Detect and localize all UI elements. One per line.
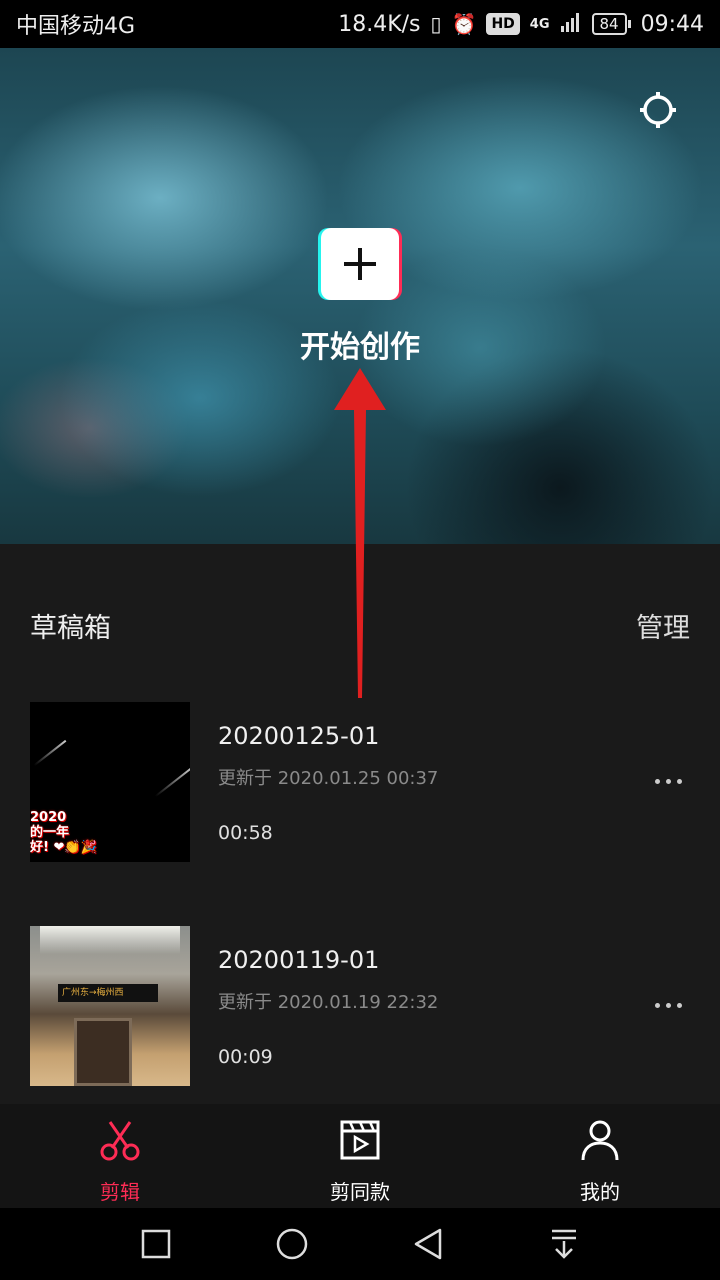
status-bar: 中国移动4G 18.4K/s ▯ ⏰ HD 4G 84 09:44 — [0, 0, 720, 48]
tab-label: 剪同款 — [330, 1180, 390, 1204]
draft-thumbnail[interactable]: 2020 的一年 好! ❤👏🎉 — [30, 702, 190, 862]
network-type: 4G — [529, 16, 550, 32]
draft-name: 20200125-01 — [218, 722, 380, 750]
draft-duration: 00:58 — [218, 822, 273, 844]
carrier: 中国移动4G — [16, 14, 136, 39]
person-icon — [581, 1120, 619, 1161]
thumbnail-sign-text: 广州东→梅州西 — [58, 984, 158, 1002]
signal-icon — [560, 12, 582, 37]
draft-name: 20200119-01 — [218, 946, 380, 974]
draft-updated: 更新于 2020.01.19 22:32 — [218, 992, 439, 1013]
draft-item[interactable]: 2020 的一年 好! ❤👏🎉 20200125-01 更新于 2020.01.25… — [30, 702, 690, 862]
home-button[interactable] — [274, 1226, 310, 1262]
notification-pull-icon — [552, 1229, 576, 1259]
clock: 09:44 — [640, 11, 704, 37]
plus-icon — [344, 248, 376, 280]
recents-button[interactable] — [138, 1226, 174, 1262]
manage-button[interactable]: 管理 — [636, 606, 690, 645]
annotation-arrow — [334, 368, 386, 698]
triangle-back-icon — [414, 1228, 442, 1260]
status-icons: 18.4K/s ▯ ⏰ HD 4G 84 09:44 — [338, 12, 704, 37]
vibrate-icon: ▯ — [430, 12, 442, 36]
template-clapper-icon — [340, 1120, 380, 1160]
network-speed: 18.4K/s — [338, 11, 421, 37]
tab-profile[interactable]: 我的 — [480, 1104, 720, 1208]
alarm-icon: ⏰ — [451, 12, 477, 36]
circle-icon — [276, 1228, 308, 1260]
draft-updated: 更新于 2020.01.25 00:37 — [218, 768, 439, 789]
more-options-button[interactable] — [648, 990, 688, 1020]
tab-label: 我的 — [580, 1180, 620, 1204]
tab-edit[interactable]: 剪辑 — [0, 1104, 240, 1208]
thumbnail-sticker-text: 2020 的一年 好! ❤👏🎉 — [30, 810, 97, 855]
create-button[interactable] — [318, 228, 402, 300]
create-label[interactable]: 开始创作 — [0, 322, 720, 366]
battery-level: 84 — [591, 13, 627, 35]
scissors-icon — [100, 1121, 140, 1161]
hd-badge: HD — [486, 13, 520, 35]
tab-label: 剪辑 — [100, 1180, 140, 1204]
draft-thumbnail[interactable]: 广州东→梅州西 — [30, 926, 190, 1086]
more-icon — [654, 1002, 660, 1008]
more-options-button[interactable] — [648, 766, 688, 796]
square-icon — [141, 1229, 171, 1259]
drafts-title: 草稿箱 — [30, 612, 111, 644]
draft-item[interactable]: 广州东→梅州西 20200119-01 更新于 2020.01.19 22:32… — [30, 926, 690, 1086]
back-button[interactable] — [410, 1226, 446, 1262]
battery-icon: 84 — [591, 13, 631, 35]
gear-icon — [640, 92, 676, 128]
draft-duration: 00:09 — [218, 1046, 273, 1068]
tab-templates[interactable]: 剪同款 — [240, 1104, 480, 1208]
notification-pull-button[interactable] — [546, 1226, 582, 1262]
more-icon — [654, 778, 660, 784]
bottom-tab-bar: 剪辑 剪同款 我的 — [0, 1104, 720, 1208]
settings-button[interactable] — [638, 90, 678, 130]
system-nav-bar — [0, 1208, 720, 1280]
